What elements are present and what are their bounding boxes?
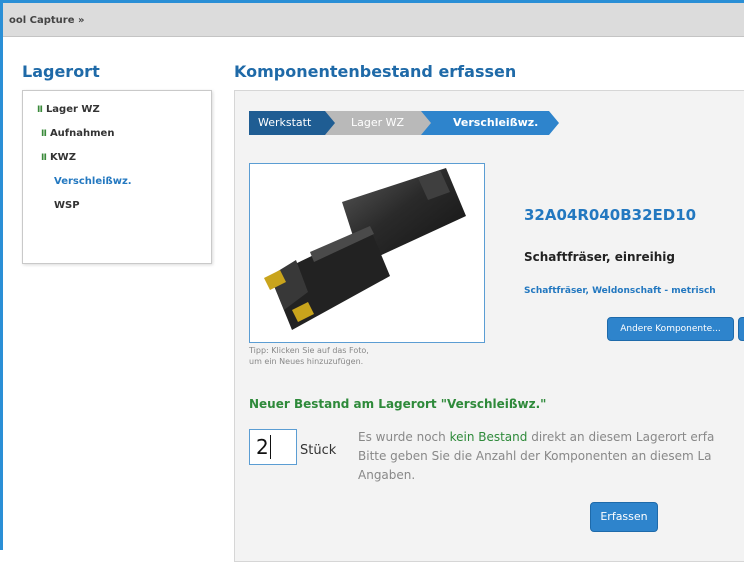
sidebar-item-label: Aufnahmen [49,128,115,139]
step-label: Verschleißwz. [453,116,539,129]
end-mill-image [264,168,466,330]
sidebar-item-label: Verschleißwz. [54,176,132,187]
window-frame-left [0,0,3,550]
sidebar-item-label: Lager WZ [45,104,100,115]
quantity-value: 2 [256,435,269,459]
part-number: 32A04R040B32ED10 [524,206,697,224]
sidebar-item-label: KWZ [49,152,76,163]
sidebar-title: Lagerort [22,62,100,81]
new-stock-title: Neuer Bestand am Lagerort "Verschleißwz.… [249,397,547,411]
photo-tip: Tipp: Klicken Sie auf das Foto, um ein N… [249,345,369,367]
info-line1-end: direkt an diesem Lagerort erfa [527,430,715,444]
info-text: Es wurde noch kein Bestand direkt an die… [358,428,714,485]
tree-marker-icon: Ⅱ [37,105,43,115]
page-title: Komponentenbestand erfassen [234,62,517,81]
breadcrumb[interactable]: ool Capture » [9,15,84,26]
sidebar-item-verschleisswz[interactable]: Verschleißwz. [54,176,132,187]
component-photo[interactable] [249,163,485,343]
photo-tip-line2: um ein Neues hinzuzufügen. [249,357,364,366]
sidebar-item-label: WSP [54,200,80,211]
submit-button[interactable]: Erfassen [590,502,658,532]
sidebar-item-aufnahmen[interactable]: Ⅱ Aufnahmen [41,128,114,139]
no-stock-highlight: kein Bestand [449,430,528,444]
step-label: Werkstatt [258,116,312,129]
top-bar: ool Capture » [3,3,744,37]
photo-tip-line1: Tipp: Klicken Sie auf das Foto, [249,346,369,355]
info-line-2: Bitte geben Sie die Anzahl der Komponent… [358,449,712,463]
text-cursor [270,435,271,459]
sidebar-item-lager-wz[interactable]: Ⅱ Lager WZ [37,104,100,115]
info-line-3: Angaben. [358,468,416,482]
part-name: Schaftfräser, einreihig [524,250,675,264]
other-component-button[interactable]: Andere Komponente... [607,317,734,341]
sidebar-item-wsp[interactable]: WSP [54,200,80,211]
sidebar-item-kwz[interactable]: Ⅱ KWZ [41,152,76,163]
step-lager-wz[interactable]: Lager WZ [325,111,433,135]
quantity-input[interactable]: 2 [249,429,297,465]
extra-button[interactable] [738,317,744,341]
step-verschleisswz[interactable]: Verschleißwz. [421,111,561,135]
tree-marker-icon: Ⅱ [41,153,47,163]
tree-marker-icon: Ⅱ [41,129,47,139]
quantity-unit: Stück [300,443,337,458]
info-line1-start: Es wurde noch [358,430,450,444]
step-label: Lager WZ [351,116,405,129]
info-line-1: Es wurde noch kein Bestand direkt an die… [358,428,714,447]
part-category-link[interactable]: Schaftfräser, Weldonschaft - metrisch [524,286,716,296]
